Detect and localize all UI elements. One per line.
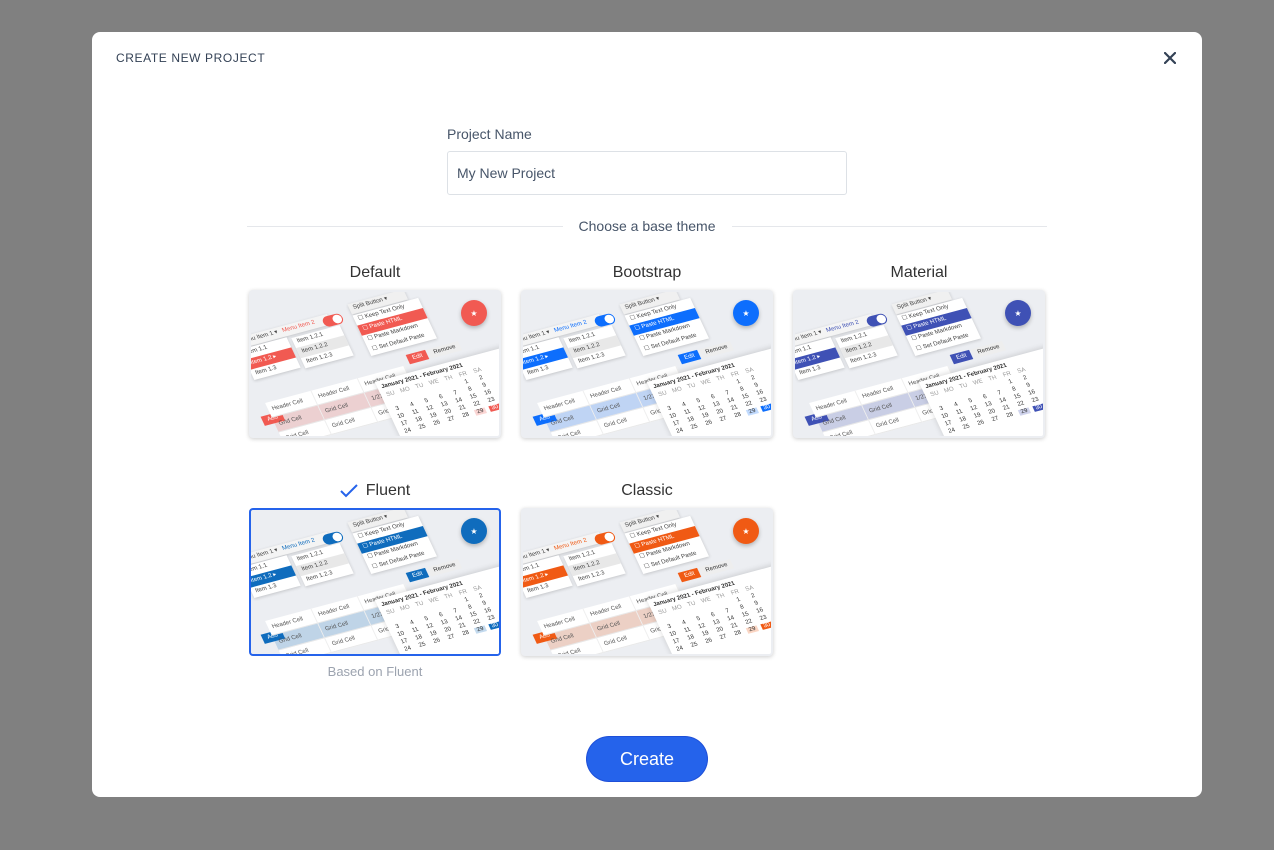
divider-line	[247, 225, 563, 227]
preview-edit-button: Edit	[949, 349, 974, 365]
close-icon	[1164, 52, 1176, 64]
calendar-day[interactable]: 27	[717, 633, 730, 641]
calendar-day[interactable]: 25	[688, 641, 701, 649]
preview-fab: ★	[461, 300, 487, 326]
theme-preview[interactable]: Menu Item 1 ▾ Menu Item 2 Item 1.1 Item …	[249, 508, 501, 656]
preview-remove-button: Remove	[426, 558, 463, 577]
calendar-day[interactable]: 25	[960, 423, 973, 431]
preview-calendar: January 2021 - February 2021 SU MO TU WE TH F…	[918, 345, 1043, 436]
preview-calendar: January 2021 - February 2021 SU MO TU WE TH F…	[374, 563, 499, 654]
theme-name-label: Default	[349, 264, 401, 281]
calendar-day[interactable]: 24	[945, 427, 958, 435]
theme-name-label: Bootstrap	[612, 264, 682, 281]
theme-divider-label: Choose a base theme	[578, 218, 716, 234]
theme-card-bootstrap[interactable]: Bootstrap Menu Item 1 ▾ Menu Item 2 Item…	[521, 262, 773, 438]
preview-fab: ★	[461, 518, 487, 544]
theme-card-fluent[interactable]: Fluent Menu Item 1 ▾ Menu Item 2 Item 1.…	[249, 480, 501, 679]
preview-edit-button: Edit	[677, 349, 702, 365]
calendar-day[interactable]: 24	[401, 645, 414, 653]
theme-name: Fluent	[249, 480, 501, 502]
star-icon: ★	[742, 526, 750, 536]
calendar-day[interactable]: 29	[745, 625, 760, 634]
calendar-day[interactable]: 29	[473, 625, 488, 634]
preview-remove-button: Remove	[698, 340, 735, 359]
calendar-day[interactable]: 28	[459, 411, 472, 419]
preview-calendar: January 2021 - February 2021 SU MO TU WE TH F…	[646, 563, 771, 654]
calendar-day[interactable]: 27	[717, 415, 730, 423]
theme-name: Bootstrap	[521, 262, 773, 284]
calendar-day[interactable]: 27	[445, 633, 458, 641]
theme-divider: Choose a base theme	[247, 214, 1048, 238]
theme-preview[interactable]: Menu Item 1 ▾ Menu Item 2 Item 1.1 Item …	[521, 508, 773, 656]
close-button[interactable]	[1160, 48, 1180, 68]
divider-line	[731, 225, 1048, 227]
create-button[interactable]: Create	[587, 737, 707, 781]
preview-remove-button: Remove	[698, 558, 735, 577]
preview-remove-button: Remove	[970, 340, 1007, 359]
project-name-label: Project Name	[447, 126, 532, 142]
star-icon: ★	[470, 526, 478, 536]
theme-card-classic[interactable]: Classic Menu Item 1 ▾ Menu Item 2 Item 1…	[521, 480, 773, 656]
create-project-dialog: CREATE NEW PROJECT Project Name Choose a…	[92, 32, 1202, 797]
theme-card-default[interactable]: Default Menu Item 1 ▾ Menu Item 2 Item 1…	[249, 262, 501, 438]
calendar-day[interactable]: 25	[416, 641, 429, 649]
calendar-day[interactable]: 26	[430, 637, 443, 645]
calendar-day[interactable]: 29	[473, 407, 488, 416]
calendar-day[interactable]: 26	[974, 419, 987, 427]
theme-subtitle: Based on Fluent	[327, 664, 423, 679]
theme-name: Default	[249, 262, 501, 284]
preview-fab: ★	[1005, 300, 1031, 326]
theme-name-label: Fluent	[365, 482, 411, 499]
preview-fab: ★	[733, 518, 759, 544]
theme-card-material[interactable]: Material Menu Item 1 ▾ Menu Item 2 Item …	[793, 262, 1045, 438]
preview-fab: ★	[733, 300, 759, 326]
calendar-day[interactable]: 28	[731, 411, 744, 419]
calendar-day[interactable]: 28	[731, 629, 744, 637]
preview-edit-button: Edit	[405, 349, 430, 365]
preview-calendar: January 2021 - February 2021 SU MO TU WE TH F…	[374, 345, 499, 436]
preview-edit-button: Edit	[677, 567, 702, 583]
calendar-day[interactable]: 29	[745, 407, 760, 416]
theme-name-label: Material	[890, 264, 948, 281]
theme-name: Classic	[521, 480, 773, 502]
calendar-day[interactable]: 29	[1017, 407, 1032, 416]
calendar-day[interactable]: 30	[488, 621, 499, 630]
preview-edit-button: Edit	[405, 567, 430, 583]
calendar-day[interactable]: 28	[459, 629, 472, 637]
theme-name-label: Classic	[621, 482, 673, 499]
calendar-day[interactable]: 30	[760, 403, 771, 412]
calendar-day[interactable]: 28	[1003, 411, 1016, 419]
preview-remove-button: Remove	[426, 340, 463, 359]
star-icon: ★	[742, 308, 750, 318]
calendar-day[interactable]: 24	[673, 645, 686, 653]
theme-preview[interactable]: Menu Item 1 ▾ Menu Item 2 Item 1.1 Item …	[793, 290, 1045, 438]
calendar-day[interactable]: 30	[760, 621, 771, 630]
calendar-day[interactable]: 27	[989, 415, 1002, 423]
project-name-input[interactable]	[447, 151, 847, 195]
calendar-day[interactable]: 27	[445, 415, 458, 423]
theme-preview[interactable]: Menu Item 1 ▾ Menu Item 2 Item 1.1 Item …	[521, 290, 773, 438]
check-icon	[340, 484, 358, 498]
preview-calendar: January 2021 - February 2021 SU MO TU WE TH F…	[646, 345, 771, 436]
calendar-day[interactable]: 26	[702, 419, 715, 427]
calendar-day[interactable]: 30	[488, 403, 499, 412]
theme-preview[interactable]: Menu Item 1 ▾ Menu Item 2 Item 1.1 Item …	[249, 290, 501, 438]
calendar-day[interactable]: 26	[702, 637, 715, 645]
theme-name: Material	[793, 262, 1045, 284]
calendar-day[interactable]: 24	[673, 427, 686, 435]
calendar-day[interactable]: 25	[416, 423, 429, 431]
calendar-day[interactable]: 24	[401, 427, 414, 435]
star-icon: ★	[470, 308, 478, 318]
calendar-day[interactable]: 30	[1032, 403, 1043, 412]
dialog-title: CREATE NEW PROJECT	[116, 51, 266, 65]
star-icon: ★	[1014, 308, 1022, 318]
calendar-day[interactable]: 25	[688, 423, 701, 431]
calendar-day[interactable]: 26	[430, 419, 443, 427]
